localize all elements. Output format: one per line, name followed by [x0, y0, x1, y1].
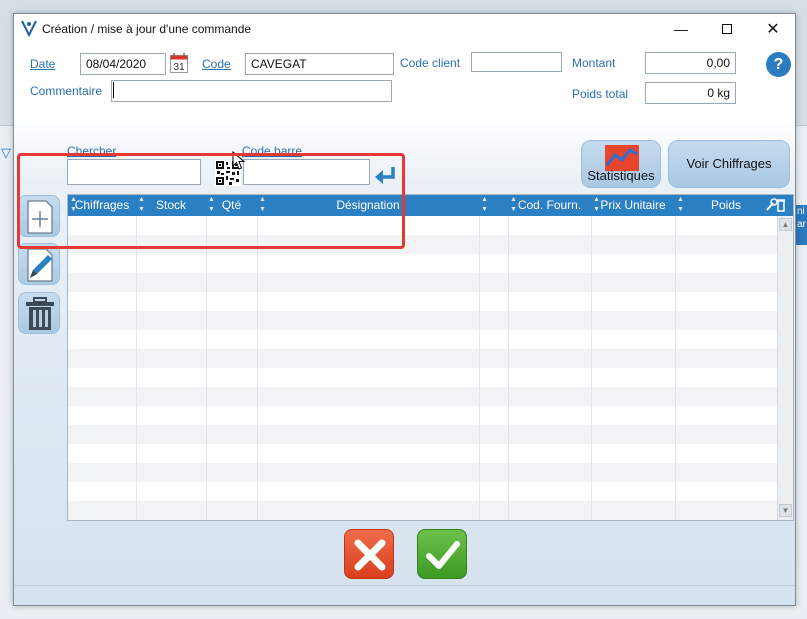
validate-button[interactable]	[417, 529, 467, 579]
edit-line-button[interactable]	[18, 243, 60, 285]
text-caret	[113, 82, 114, 98]
sort-icon: ▲ ▼	[677, 196, 684, 213]
montant-label: Montant	[572, 56, 616, 70]
code-label[interactable]: Code	[202, 57, 231, 71]
scroll-down-icon[interactable]: ▼	[779, 504, 792, 517]
status-bar	[14, 585, 795, 605]
column-divider	[206, 216, 207, 520]
table-row[interactable]	[68, 482, 777, 501]
edit-document-icon	[27, 248, 53, 282]
table-row[interactable]	[68, 292, 777, 311]
sort-icon: ▲ ▼	[481, 196, 488, 213]
table-row[interactable]	[68, 425, 777, 444]
close-button[interactable]: ✕	[750, 14, 796, 44]
background-tab-strip: ni ar	[796, 205, 807, 245]
montant-field[interactable]: 0,00	[645, 52, 736, 74]
column-divider	[479, 216, 480, 520]
help-icon[interactable]: ?	[766, 52, 791, 77]
window-title: Création / mise à jour d'une commande	[42, 22, 252, 36]
table-row[interactable]	[68, 368, 777, 387]
column-header-blank[interactable]: ▲ ▼	[479, 195, 508, 216]
vertical-scrollbar[interactable]: ▲ ▼	[777, 216, 793, 520]
app-logo-icon	[21, 20, 37, 37]
cancel-x-icon	[354, 539, 386, 571]
column-divider	[675, 216, 676, 520]
poids-total-label: Poids total	[572, 87, 629, 101]
table-row[interactable]	[68, 406, 777, 425]
table-row[interactable]	[68, 501, 777, 520]
column-divider	[257, 216, 258, 520]
table-row[interactable]	[68, 330, 777, 349]
date-label[interactable]: Date	[30, 57, 55, 71]
title-bar: Création / mise à jour d'une commande — …	[14, 14, 795, 44]
column-divider	[136, 216, 137, 520]
table-row[interactable]	[68, 254, 777, 273]
commentaire-field[interactable]	[111, 80, 392, 102]
table-row[interactable]	[68, 387, 777, 406]
sort-icon: ▲ ▼	[593, 196, 600, 213]
delete-line-button[interactable]	[18, 292, 60, 334]
calendar-day: 31	[173, 62, 185, 73]
order-dialog: Création / mise à jour d'une commande — …	[13, 13, 796, 606]
calendar-icon[interactable]: 31	[170, 53, 188, 73]
trash-icon	[26, 297, 54, 330]
cancel-button[interactable]	[344, 529, 394, 579]
maximize-button[interactable]	[704, 14, 750, 44]
code-client-label: Code client	[400, 56, 461, 70]
grid-body	[68, 216, 777, 520]
dialog-body: Date 08/04/2020 31 Code CAVEGAT Code cli…	[14, 44, 795, 605]
voir-chiffrages-button[interactable]: Voir Chiffrages	[668, 140, 790, 188]
column-divider	[508, 216, 509, 520]
scroll-up-icon[interactable]: ▲	[779, 218, 792, 231]
table-row[interactable]	[68, 444, 777, 463]
table-row[interactable]	[68, 349, 777, 368]
table-row[interactable]	[68, 273, 777, 292]
table-row[interactable]	[68, 463, 777, 482]
table-row[interactable]	[68, 311, 777, 330]
column-header-prix-unitaire[interactable]: ▲ ▼ Prix Unitaire	[591, 195, 675, 216]
commentaire-label: Commentaire	[30, 84, 103, 98]
checkmark-icon	[426, 541, 460, 569]
statistiques-button[interactable]: Statistiques	[581, 140, 661, 188]
poids-total-field[interactable]: 0 kg	[645, 82, 736, 104]
statistiques-label: Statistiques	[587, 168, 655, 183]
column-divider	[591, 216, 592, 520]
column-header-poids[interactable]: ▲ ▼ Poids	[675, 195, 777, 216]
code-client-field[interactable]	[471, 52, 562, 72]
sort-icon: ▲ ▼	[510, 196, 517, 213]
date-field[interactable]: 08/04/2020	[80, 53, 166, 75]
column-header-cod-fourn[interactable]: ▲ ▼ Cod. Fourn.	[508, 195, 591, 216]
background-app-icon: ▽	[1, 145, 11, 160]
column-settings-icon[interactable]	[765, 198, 785, 212]
maximize-icon	[722, 24, 732, 34]
search-area-highlight	[17, 153, 405, 249]
code-field[interactable]: CAVEGAT	[245, 53, 394, 75]
minimize-button[interactable]: —	[658, 14, 704, 44]
